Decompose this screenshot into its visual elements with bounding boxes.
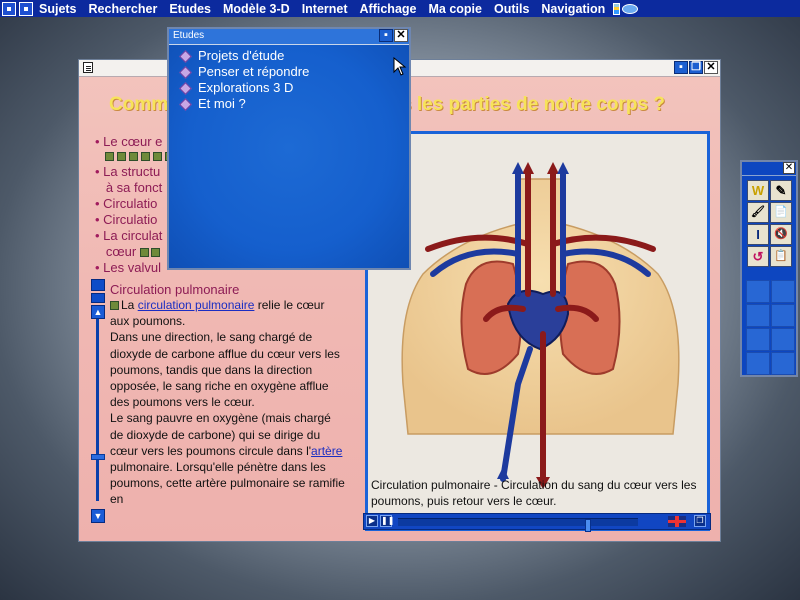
scroll-thumb[interactable] [91,454,105,460]
menu-internet[interactable]: Internet [296,2,354,16]
pause-icon[interactable]: ❚❚ [380,515,394,527]
menu-navigation[interactable]: Navigation [535,2,611,16]
etudes-item-projets[interactable]: Projets d'étude [179,48,409,64]
document-icon[interactable] [83,62,93,73]
book-icon [179,65,192,79]
history-icon[interactable] [613,2,621,15]
link-artere[interactable]: artère [311,444,342,458]
empty-tool-slot[interactable] [771,352,795,375]
film-icon[interactable] [150,248,160,257]
book-icon [179,81,192,95]
article-text: Circulation pulmonaire La circulation pu… [110,282,345,527]
empty-tool-slot[interactable] [771,304,795,327]
tool-palette-close-button[interactable]: ✕ [783,162,795,174]
etudes-close-button[interactable]: ✕ [394,29,408,42]
media-controls: ▶ ❚❚ ❐ [363,513,711,532]
empty-tool-slot[interactable] [746,280,770,303]
etudes-menu-popup: Etudes ▪ ✕ Projets d'étude Penser et rép… [167,27,411,270]
undo-tool-icon[interactable]: ↺ [747,246,769,267]
empty-tool-slot[interactable] [771,328,795,351]
etudes-titlebar[interactable]: Etudes ▪ ✕ [169,29,409,45]
expand-icon[interactable] [91,293,105,303]
restore-window-button[interactable]: ❐ [689,61,703,74]
tool-slots [746,280,795,375]
notes-tool-icon[interactable]: 📄 [770,202,792,223]
restore-button[interactable] [19,1,33,16]
book-icon [179,49,192,63]
article-heading: Circulation pulmonaire [110,282,240,297]
illustration-panel: Circulation pulmonaire - Circulation du … [365,131,710,531]
film-icon[interactable] [110,301,119,310]
menu-affichage[interactable]: Affichage [354,2,423,16]
enlarge-icon[interactable]: ❐ [694,515,706,527]
menu-outils[interactable]: Outils [488,2,535,16]
menu-rechercher[interactable]: Rechercher [83,2,164,16]
empty-tool-slot[interactable] [746,304,770,327]
language-flag-icon[interactable] [668,516,686,527]
page-title-end: s les parties de notre corps ? [401,94,665,115]
system-menu-button[interactable] [2,1,16,16]
etudes-minimize-button[interactable]: ▪ [379,29,393,42]
mute-tool-icon[interactable]: 🔇 [770,224,792,245]
paint-tool-icon[interactable]: 🖌 [747,202,769,223]
article-scrollbar[interactable]: ▲ ▼ [91,279,105,525]
minimize-button[interactable]: ▪ [674,61,688,74]
play-icon[interactable]: ▶ [366,515,378,527]
etudes-item-penser[interactable]: Penser et répondre [179,64,409,80]
etudes-title: Etudes [173,30,205,41]
etudes-item-explorations[interactable]: Explorations 3 D [179,80,409,96]
brush-tool-icon[interactable]: ✎ [770,180,792,201]
navigation-icons [613,2,639,15]
empty-tool-slot[interactable] [771,280,795,303]
collapse-icon[interactable] [91,279,105,291]
info-tool-icon[interactable]: I [747,224,769,245]
scroll-down-button[interactable]: ▼ [91,509,105,523]
tool-palette: ✕ W ✎ 🖌 📄 I 🔇 ↺ 📋 [740,160,798,377]
menu-bar: Sujets Rechercher Etudes Modèle 3-D Inte… [0,0,800,17]
page-title-start: Comm [109,94,169,115]
etudes-item-et-moi[interactable]: Et moi ? [179,96,409,112]
article-paragraph: Dans une direction, le sang chargé de di… [110,330,340,410]
mouse-cursor-icon [393,57,407,76]
empty-tool-slot[interactable] [746,352,770,375]
close-button[interactable]: ✕ [704,61,718,74]
article-paragraph: Le sang pauvre en oxygène (mais chargé d… [110,411,345,507]
right-lung [558,260,621,375]
word-tool-icon[interactable]: W [747,180,769,201]
menu-etudes[interactable]: Etudes [163,2,217,16]
empty-tool-slot[interactable] [746,328,770,351]
etudes-list: Projets d'étude Penser et répondre Explo… [179,48,409,112]
pulmonary-circulation-illustration [401,162,680,489]
book-icon [179,97,192,111]
article-paragraph: La circulation pulmonaire relie le cœur … [110,298,325,329]
link-circulation-pulmonaire[interactable]: circulation pulmonaire [138,298,255,312]
film-icon[interactable] [139,248,149,257]
menu-sujets[interactable]: Sujets [33,2,83,16]
media-progress-track[interactable] [398,518,638,532]
illustration-caption: Circulation pulmonaire - Circulation du … [371,478,697,508]
menu-modele-3d[interactable]: Modèle 3-D [217,2,296,16]
media-progress-knob[interactable] [585,519,591,532]
scroll-up-button[interactable]: ▲ [91,305,105,319]
scroll-track[interactable] [96,319,99,501]
clipboard-tool-icon[interactable]: 📋 [770,246,792,267]
view-icon[interactable] [622,3,639,14]
tool-palette-titlebar[interactable]: ✕ [742,162,796,176]
menu-ma-copie[interactable]: Ma copie [422,2,488,16]
